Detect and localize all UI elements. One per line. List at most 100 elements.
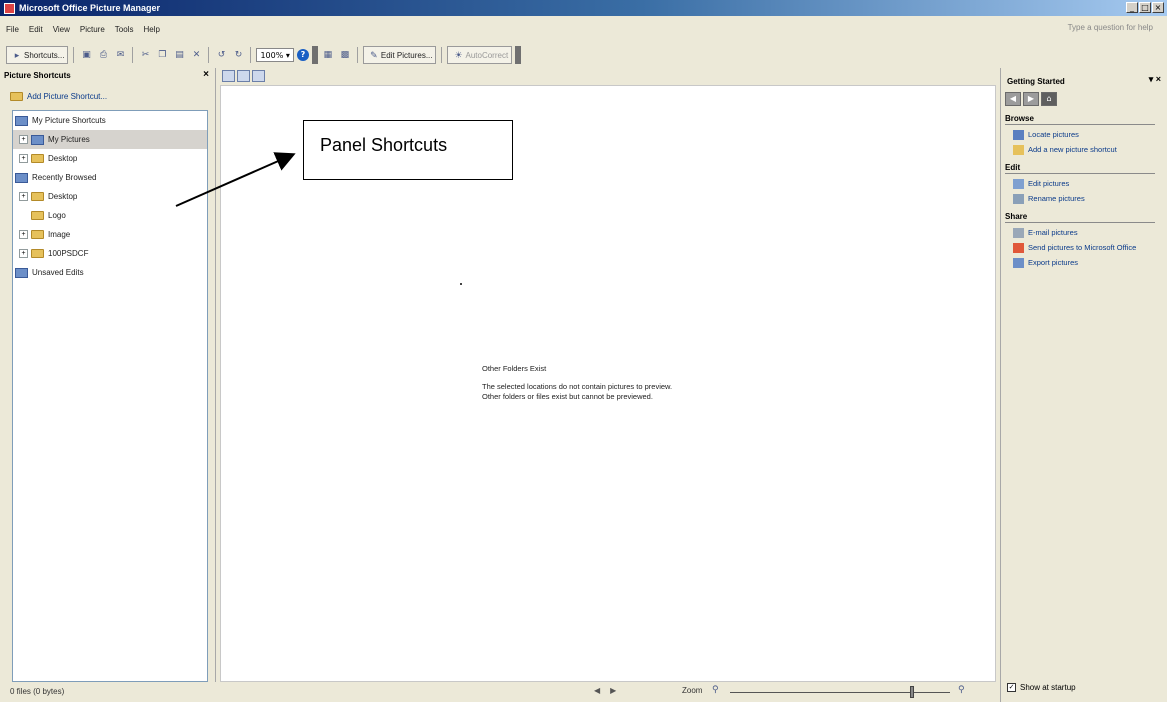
maximize-button[interactable]: □ <box>1139 2 1151 13</box>
print-icon[interactable]: ⎙ <box>96 48 110 62</box>
copy-icon[interactable]: ❐ <box>155 48 169 62</box>
shortcuts-folder-icon <box>15 115 28 126</box>
edit-pictures-icon: ✎ <box>370 49 378 60</box>
zoom-status-bar: ◀▶ Zoom ⚲ ⚲ <box>220 682 996 702</box>
thumbnail-view-icon[interactable] <box>222 70 235 82</box>
link-label: Send pictures to Microsoft Office <box>1028 243 1137 252</box>
minimize-button[interactable]: _ <box>1126 2 1138 13</box>
menu-bar: File Edit View Picture Tools Help Type a… <box>0 20 1167 38</box>
zoom-slider-thumb[interactable] <box>910 686 914 698</box>
toolbar-separator <box>208 47 210 63</box>
tree-item-desktop[interactable]: + Desktop <box>13 149 207 168</box>
tree-item-my-pictures[interactable]: + My Pictures <box>13 130 207 149</box>
tree-item-desktop[interactable]: + Desktop <box>13 187 207 206</box>
zoom-in-icon[interactable]: ⚲ <box>958 685 965 695</box>
close-pane-icon[interactable]: × <box>203 69 209 80</box>
shortcuts-label: Shortcuts... <box>24 50 65 60</box>
email-pictures-link[interactable]: E-mail pictures <box>1013 228 1167 238</box>
paste-icon[interactable]: ▤ <box>172 48 186 62</box>
rotate-left-icon[interactable]: ↺ <box>214 48 228 62</box>
pane-title: Picture Shortcuts <box>4 70 71 80</box>
cut-icon[interactable]: ✂ <box>138 48 152 62</box>
forward-icon[interactable]: ▶ <box>1023 92 1039 106</box>
filmstrip-view-icon[interactable] <box>237 70 250 82</box>
autocorrect-icon: ☀ <box>454 49 463 60</box>
message-title: Other Folders Exist <box>482 364 547 373</box>
task-pane-menu-icon[interactable]: ▾ × <box>1149 74 1161 85</box>
unsaved-edits-icon <box>15 267 28 278</box>
office-icon <box>1013 243 1024 253</box>
tree-item-my-picture-shortcuts[interactable]: My Picture Shortcuts <box>13 111 207 130</box>
zoom-slider-track[interactable] <box>730 692 950 693</box>
expand-icon[interactable]: + <box>19 230 28 239</box>
tree-item-logo[interactable]: Logo <box>13 206 207 225</box>
folder-icon <box>31 154 44 163</box>
folder-icon <box>31 249 44 258</box>
add-picture-shortcut-link[interactable]: Add a new picture shortcut <box>1013 145 1167 155</box>
tree-item-unsaved-edits[interactable]: Unsaved Edits <box>13 263 207 282</box>
menu-file[interactable]: File <box>6 25 19 34</box>
navigation-arrows[interactable]: ◀▶ <box>594 686 626 695</box>
close-button[interactable]: × <box>1152 2 1164 13</box>
rename-pictures-link[interactable]: Rename pictures <box>1013 194 1167 204</box>
email-icon <box>1013 228 1024 238</box>
show-at-startup-option[interactable]: ✓ Show at startup <box>1007 683 1076 692</box>
shortcuts-button[interactable]: ▸ Shortcuts... <box>6 46 69 64</box>
rename-pictures-icon <box>1013 194 1024 204</box>
tree-item-label: Desktop <box>48 154 78 163</box>
toolbar-gripper[interactable] <box>311 46 318 64</box>
link-label: Add a new picture shortcut <box>1028 145 1117 154</box>
section-title: Edit <box>1005 163 1155 174</box>
zoom-select[interactable]: 100% ▾ <box>256 48 294 62</box>
tree-item-image[interactable]: + Image <box>13 225 207 244</box>
toolbar-gripper[interactable] <box>515 46 522 64</box>
help-icon[interactable]: ? <box>296 49 309 61</box>
show-at-startup-checkbox[interactable]: ✓ <box>1007 683 1016 692</box>
menu-edit[interactable]: Edit <box>29 25 43 34</box>
menu-help[interactable]: Help <box>143 25 159 34</box>
tree-item-100psdcf[interactable]: + 100PSDCF <box>13 244 207 263</box>
save-icon[interactable]: ▣ <box>79 48 93 62</box>
folder-icon <box>31 211 44 220</box>
message-line-2: Other folders or files exist but cannot … <box>482 392 653 401</box>
folder-icon <box>31 192 44 201</box>
thumbnail-small-icon[interactable]: ▦ <box>321 48 335 62</box>
autocorrect-label: AutoCorrect <box>465 50 509 60</box>
section-title: Share <box>1005 212 1155 223</box>
tree-item-recently-browsed[interactable]: Recently Browsed <box>13 168 207 187</box>
add-picture-shortcut-link[interactable]: Add Picture Shortcut... <box>0 88 215 104</box>
autocorrect-button[interactable]: ☀ AutoCorrect <box>447 46 513 64</box>
home-icon[interactable]: ⌂ <box>1041 92 1057 106</box>
expand-icon[interactable]: + <box>19 192 28 201</box>
view-mode-buttons <box>222 70 265 82</box>
picture-manager-window: Microsoft Office Picture Manager _ □ × F… <box>0 0 1167 702</box>
expand-icon[interactable]: + <box>19 135 28 144</box>
single-picture-view-icon[interactable] <box>252 70 265 82</box>
add-shortcut-folder-icon <box>1013 145 1024 155</box>
link-label: Locate pictures <box>1028 130 1079 139</box>
thumbnail-large-icon[interactable]: ▩ <box>338 48 352 62</box>
file-count-status: 0 files (0 bytes) <box>10 687 65 696</box>
zoom-out-icon[interactable]: ⚲ <box>712 685 719 695</box>
delete-icon[interactable]: ✕ <box>189 48 203 62</box>
empty-folder-message: Other Folders Exist The selected locatio… <box>482 364 672 402</box>
locate-pictures-link[interactable]: Locate pictures <box>1013 130 1167 140</box>
help-search-input[interactable]: Type a question for help <box>1068 23 1153 32</box>
menu-view[interactable]: View <box>53 25 70 34</box>
menu-tools[interactable]: Tools <box>115 25 134 34</box>
expand-icon[interactable]: + <box>19 154 28 163</box>
edit-pictures-button[interactable]: ✎ Edit Pictures... <box>362 46 437 64</box>
edit-pictures-link[interactable]: Edit pictures <box>1013 179 1167 189</box>
menu-picture[interactable]: Picture <box>80 25 105 34</box>
standard-toolbar: ▸ Shortcuts... ▣ ⎙ ✉ ✂ ❐ ▤ ✕ ↺ ↻ 100% ▾ … <box>6 44 646 66</box>
back-icon[interactable]: ◀ <box>1005 92 1021 106</box>
expand-icon[interactable]: + <box>19 249 28 258</box>
message-line-1: The selected locations do not contain pi… <box>482 382 673 391</box>
export-pictures-link[interactable]: Export pictures <box>1013 258 1167 268</box>
link-label: E-mail pictures <box>1028 228 1078 237</box>
toolbar-separator <box>73 47 75 63</box>
my-pictures-icon <box>31 134 44 145</box>
rotate-right-icon[interactable]: ↻ <box>231 48 245 62</box>
mail-icon[interactable]: ✉ <box>113 48 127 62</box>
send-to-office-link[interactable]: Send pictures to Microsoft Office <box>1013 243 1167 253</box>
